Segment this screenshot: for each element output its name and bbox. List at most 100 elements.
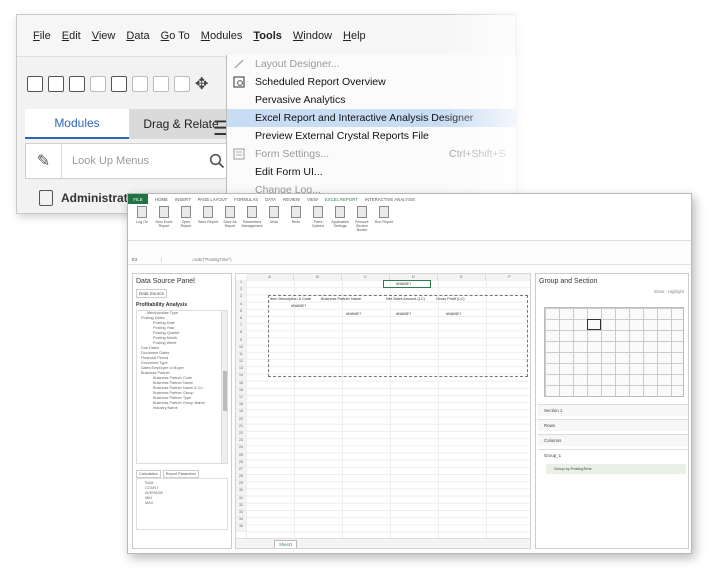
highlight-toggle[interactable]: Highlight [668,289,684,294]
row-header[interactable]: 9 [236,337,246,345]
application-settings-button[interactable]: Application Settings [330,206,350,238]
row-header[interactable]: 6 [236,315,246,324]
row-header[interactable]: 16 [236,387,246,395]
row-header[interactable]: 26 [236,459,246,467]
printer-icon[interactable] [111,76,127,92]
row-header[interactable]: 11 [236,351,246,360]
open-report-button[interactable]: Open Report [176,206,196,238]
calc-item[interactable]: MAX [139,501,225,506]
menu-view[interactable]: View [92,30,116,42]
undo-button[interactable]: Undo [264,206,284,238]
menu-item-form-settings[interactable]: Form Settings... Ctrl+Shift+S [227,145,516,163]
wrench-icon[interactable]: ✎ [26,144,62,178]
menu-edit[interactable]: Edit [62,30,81,42]
ribbon-tab-interactive-analysis[interactable]: INTERACTIVE ANALYSIS [365,197,415,202]
row-header[interactable]: 25 [236,452,246,460]
row-header[interactable]: 32 [236,502,246,510]
menu-item-excel-report-designer[interactable]: Excel Report and Interactive Analysis De… [227,109,516,127]
section-mini-grid[interactable] [544,307,684,397]
show-toggle[interactable]: Show [654,289,664,294]
row-header[interactable]: 5 [236,308,246,316]
row-header[interactable]: 24 [236,445,246,453]
prev-record-icon[interactable] [174,76,190,92]
fixed-options-button[interactable]: Fixed Options [308,206,328,238]
row-header[interactable]: 34 [236,517,246,525]
menu-item-layout-designer[interactable]: Layout Designer... [227,55,516,73]
row-header[interactable]: 4 [236,301,246,309]
row-header[interactable]: 10 [236,344,246,352]
row-header[interactable]: 19 [236,409,246,417]
row-header[interactable]: 2 [236,287,246,295]
menu-item-preview-crystal-reports[interactable]: Preview External Crystal Reports File [227,127,516,145]
ribbon-tab-file[interactable]: FILE [128,194,148,204]
row-header[interactable]: 15 [236,380,246,388]
export-icon[interactable] [90,76,106,92]
row-header[interactable]: 13 [236,366,246,374]
menu-item-edit-form-ui[interactable]: Edit Form UI... [227,163,516,181]
scrollbar-thumb[interactable] [223,371,227,411]
email-icon[interactable] [69,76,85,92]
cell-name-error[interactable]: #NAME? [396,282,411,286]
ribbon-tab-review[interactable]: REVIEW [283,197,300,202]
log-on-button[interactable]: Log On [132,206,152,238]
ribbon-tab-formulas[interactable]: FORMULAS [234,197,258,202]
menu-item-scheduled-report-overview[interactable]: Scheduled Report Overview [227,73,516,91]
group-by-chip[interactable]: Group by PostingTime [546,464,686,474]
columns-section[interactable]: Columns [538,434,688,446]
ribbon-tab-excel-report[interactable]: EXCEL REPORT [325,197,358,202]
remove-section-border-button[interactable]: Remove Section Border [352,206,372,238]
ribbon-tab-home[interactable]: HOME [155,197,168,202]
menu-file[interactable]: File [33,30,51,42]
menu-data[interactable]: Data [126,30,149,42]
row-header[interactable]: 12 [236,359,246,367]
sheet-tab-sheet1[interactable]: Sheet1 [274,540,298,548]
row-header[interactable]: 23 [236,438,246,446]
row-header[interactable]: 35 [236,524,246,532]
ribbon-tab-page-layout[interactable]: PAGE LAYOUT [198,197,228,202]
row-header[interactable]: 8 [236,330,246,338]
row-header[interactable]: 7 [236,323,246,331]
tree-item[interactable]: Industry Name [137,406,227,411]
menu-modules[interactable]: Modules [201,30,243,42]
parameters-management-button[interactable]: Parameters Management [242,206,263,238]
row-header[interactable]: 28 [236,474,246,482]
data-source-subtab[interactable]: Data Source [136,289,168,298]
tree-scrollbar[interactable] [221,311,227,463]
row-header[interactable]: 17 [236,395,246,403]
print-icon[interactable] [48,76,64,92]
ribbon-tab-insert[interactable]: INSERT [175,197,191,202]
row-header[interactable]: 22 [236,430,246,439]
menu-window[interactable]: Window [293,30,332,42]
move-icon[interactable]: ✥ [195,74,208,94]
row-header[interactable]: 30 [236,488,246,496]
menu-help[interactable]: Help [343,30,366,42]
tab-calculation[interactable]: Calculation [136,470,161,478]
group-1-row[interactable]: Group_1 [538,449,688,461]
row-header[interactable]: 1 [236,280,246,288]
row-header[interactable]: 33 [236,510,246,518]
first-record-icon[interactable] [153,76,169,92]
formula-input[interactable]: =sobr("PostingTime") [192,257,231,262]
redo-button[interactable]: Redo [286,206,306,238]
row-header[interactable]: 29 [236,481,246,489]
delete-icon[interactable] [132,76,148,92]
row-header[interactable]: 18 [236,402,246,410]
save-as-report-button[interactable]: Save As Report [220,206,240,238]
menu-tools[interactable]: Tools [253,30,282,42]
new-report-button[interactable]: New Excel Report [154,206,174,238]
ribbon-tab-view[interactable]: VIEW [307,197,318,202]
row-header[interactable]: 20 [236,416,246,424]
run-report-button[interactable]: Run Report [374,206,394,238]
section-1-row[interactable]: Section 1 [538,404,688,416]
tab-report-parameter[interactable]: Report Parameter [162,470,199,478]
name-box[interactable]: E3 [132,257,162,262]
row-header[interactable]: 3 [236,294,246,302]
save-report-button[interactable]: Save Report [198,206,218,238]
preview-icon[interactable] [27,76,43,92]
row-header[interactable]: 27 [236,466,246,475]
row-header[interactable]: 14 [236,373,246,381]
row-header[interactable]: 31 [236,495,246,503]
menu-goto[interactable]: Go To [161,30,190,42]
rows-section[interactable]: Rows [538,419,688,431]
menu-item-pervasive-analytics[interactable]: Pervasive Analytics [227,91,516,109]
